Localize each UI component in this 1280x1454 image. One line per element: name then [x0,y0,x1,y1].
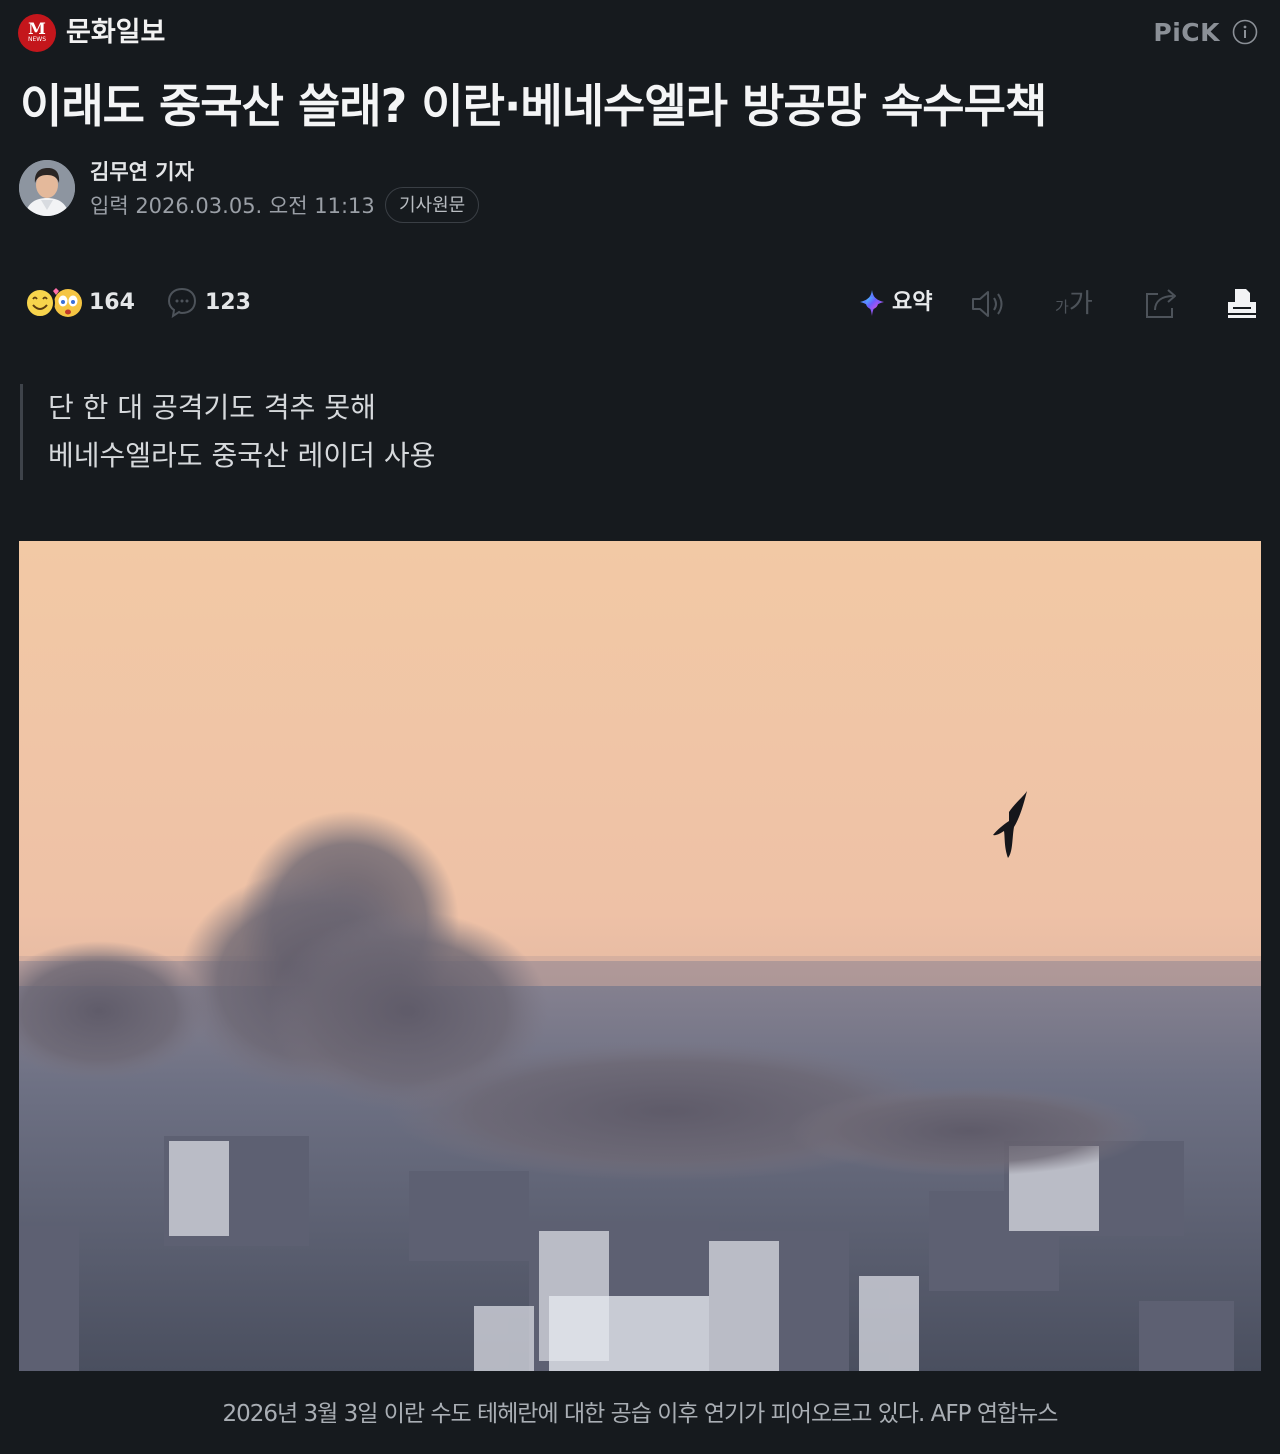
comment-count: 123 [205,290,251,315]
pick-label: PiCK [1153,18,1220,47]
article-headline: 이래도 중국산 쓸래? 이란·베네수엘라 방공망 속수무책 [20,79,1047,133]
subtitle-line: 베네수엘라도 중국산 레이더 사용 [48,439,436,472]
author-avatar[interactable] [19,160,75,216]
original-article-button[interactable]: 기사원문 [385,187,480,223]
share-icon[interactable] [1142,284,1180,322]
article-subtitle: 단 한 대 공격기도 격추 못해 베네수엘라도 중국산 레이더 사용 [20,384,435,480]
summary-button[interactable]: 요약 [892,287,932,319]
publish-date: 입력 2026.03.05. 오전 11:13 [90,194,375,218]
reaction-count: 164 [89,290,135,315]
top-bar: M NEWS 문화일보 PiCK [0,0,1280,66]
speaker-icon[interactable] [969,286,1009,322]
subtitle-line: 단 한 대 공격기도 격추 못해 [48,391,376,424]
article-photo[interactable] [19,541,1261,1371]
author-name[interactable]: 김무연 기자 [90,157,194,187]
info-icon[interactable] [1232,19,1258,45]
reaction-emoji-icon[interactable] [22,285,86,321]
summary-sparkle-icon[interactable] [857,288,887,318]
press-logo-sub: NEWS [27,36,47,43]
font-size-icon[interactable]: 가가 [1055,286,1103,322]
press-logo[interactable]: M NEWS [18,14,56,52]
comment-icon[interactable] [166,285,198,319]
print-icon[interactable] [1226,286,1258,320]
press-name[interactable]: 문화일보 [66,14,165,52]
photo-caption: 2026년 3월 3일 이란 수도 테헤란에 대한 공습 이후 연기가 피어오르… [222,1401,1059,1427]
font-size-small-glyph: 가 [1055,298,1069,316]
font-size-large-glyph: 가 [1068,289,1093,319]
